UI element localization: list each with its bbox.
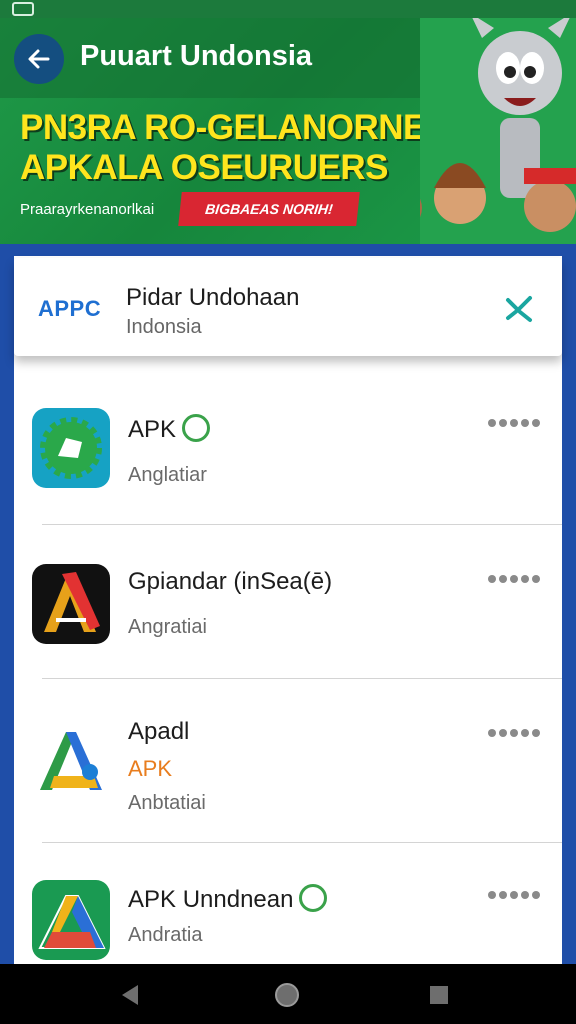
list-item[interactable]: Apadl APK Anbtatiai — [14, 690, 562, 840]
app-subtitle: Anglatiar — [128, 464, 207, 486]
app-subtitle: Andratia — [128, 924, 203, 946]
app-tag: APK — [128, 756, 173, 781]
featured-logo: APPC — [38, 296, 102, 321]
notification-icon — [12, 2, 34, 16]
divider — [42, 842, 562, 843]
promo-badge[interactable]: BIGBAEAS NORIH! — [178, 192, 360, 226]
featured-card[interactable]: APPC Pidar Undohaan Indonsia — [14, 258, 562, 356]
share-icon[interactable] — [502, 290, 538, 326]
more-dots-icon[interactable] — [488, 888, 544, 902]
app-name: Apadl — [128, 718, 190, 745]
system-navigation-bar — [0, 964, 576, 1024]
back-button[interactable] — [14, 34, 64, 84]
list-item[interactable]: APK Anglatiar — [14, 380, 562, 530]
featured-title: Pidar Undohaan — [126, 284, 300, 311]
divider — [42, 678, 562, 679]
square-recents-icon[interactable] — [424, 980, 454, 1010]
more-dots-icon[interactable] — [488, 416, 544, 430]
status-bar — [0, 0, 576, 18]
verified-badge-icon — [182, 413, 211, 442]
promo-subtitle: Praarayrkenanorlkai — [20, 201, 155, 218]
app-name: Gpiandar (inSea(ē) — [128, 568, 333, 595]
promo-headline-line2: APKALA OSEURUERS — [20, 148, 388, 187]
featured-subtitle: Indonsia — [126, 316, 202, 338]
more-dots-icon[interactable] — [488, 572, 544, 586]
list-item[interactable]: Gpiandar (inSea(ē) Angratiai — [14, 534, 562, 684]
triangle-back-icon[interactable] — [116, 980, 146, 1010]
circle-home-icon[interactable] — [272, 980, 302, 1010]
page-title: Puuart Undonsia — [80, 40, 313, 72]
app-icon — [32, 564, 110, 644]
app-icon — [32, 408, 110, 488]
mascot-illustration — [420, 18, 576, 244]
app-icon — [32, 720, 110, 800]
app-name: APK — [128, 413, 211, 445]
app-icon — [32, 880, 110, 960]
arrow-left-icon — [28, 49, 50, 69]
divider — [42, 524, 562, 525]
verified-badge-icon — [299, 883, 328, 912]
app-subtitle: Angratiai — [128, 616, 207, 638]
header-banner: Puuart Undonsia PN3RA RO-GELANORNEN APKA… — [0, 18, 576, 244]
app-subtitle: Anbtatiai — [128, 792, 206, 814]
more-dots-icon[interactable] — [488, 726, 544, 740]
app-name: APK Unndnean — [128, 883, 328, 915]
promo-headline-line1: PN3RA RO-GELANORNEN — [20, 108, 451, 147]
